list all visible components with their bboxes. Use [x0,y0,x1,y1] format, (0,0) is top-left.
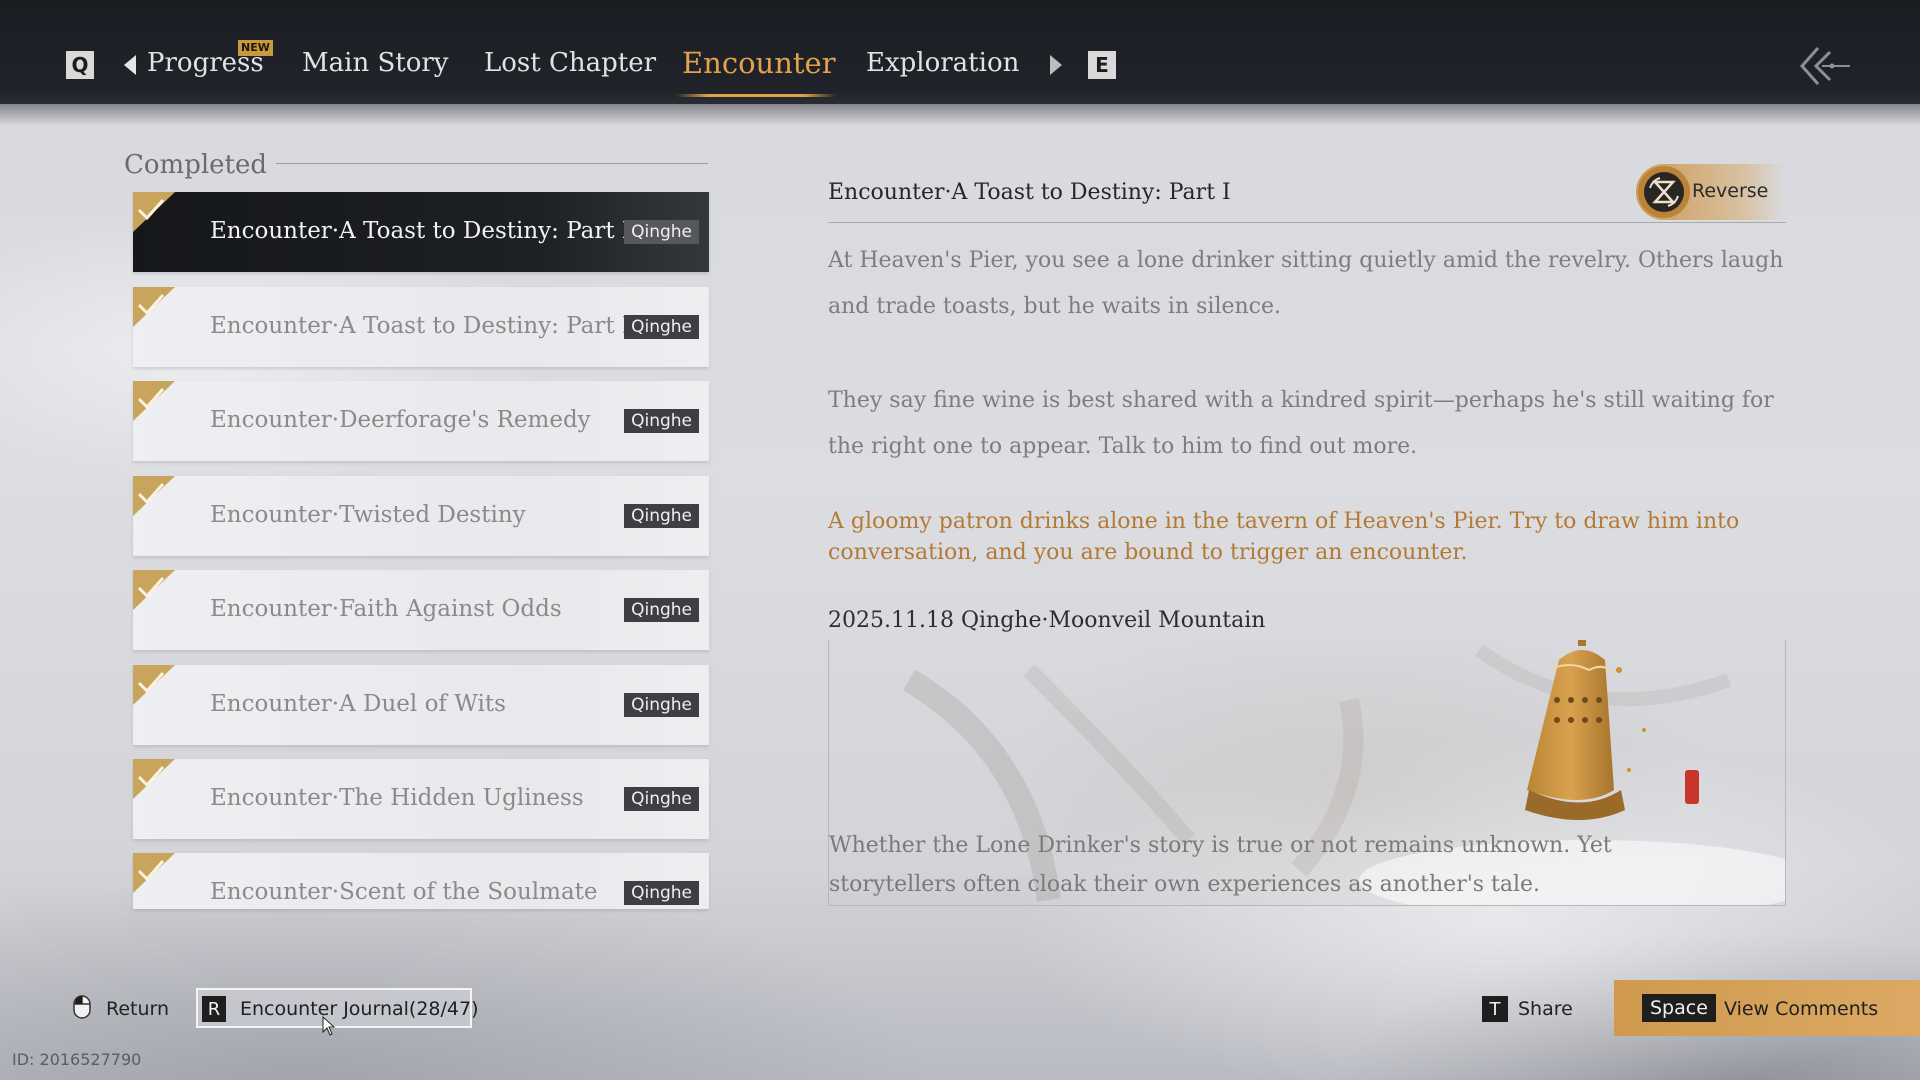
top-nav-shadow [0,100,1920,126]
encounter-title: Encounter·The Hidden Ugliness [210,785,584,811]
description-paragraph: At Heaven's Pier, you see a lone drinker… [828,248,1784,319]
story-illustration-card: Whether the Lone Drinker's story is true… [828,640,1786,906]
encounter-title: Encounter·Deerforage's Remedy [210,407,591,433]
encounter-title: Encounter·A Toast to Destiny: Part II [210,313,641,339]
prev-tab-arrow-icon[interactable] [124,55,136,75]
share-key[interactable]: T [1482,996,1508,1022]
encounter-title: Encounter·A Toast to Destiny: Part I [210,218,632,244]
prev-tab-key[interactable]: Q [66,51,94,79]
comments-label: View Comments [1724,998,1879,1020]
next-tab-arrow-icon[interactable] [1050,55,1062,75]
detail-divider [828,222,1786,223]
mouse-icon [73,995,91,1019]
journal-label: Encounter Journal(28/47) [240,998,479,1020]
tab-exploration[interactable]: Exploration [866,48,1019,78]
encounter-title: Encounter·Scent of the Soulmate [210,879,598,905]
active-tab-underline [676,94,836,97]
section-divider [276,163,708,164]
reverse-label: Reverse [1692,180,1769,202]
encounter-title: Encounter·Twisted Destiny [210,502,526,528]
encounter-list-item[interactable]: Encounter·Scent of the Soulmate Qinghe [133,853,709,909]
tab-encounter[interactable]: Encounter [682,46,836,80]
description-paragraph: They say fine wine is best shared with a… [828,388,1774,459]
check-icon [133,476,175,516]
check-icon [133,853,175,893]
new-badge: NEW [238,40,273,56]
comments-key: Space [1642,994,1716,1022]
mouse-cursor-icon [322,1016,336,1036]
encounter-list-item[interactable]: Encounter·A Toast to Destiny: Part II Qi… [133,287,709,367]
encounter-list-item[interactable]: Encounter·Twisted Destiny Qinghe [133,476,709,556]
encounter-list-item[interactable]: Encounter·A Toast to Destiny: Part I Qin… [133,192,709,272]
player-uid: ID: 2016527790 [12,1050,142,1069]
next-tab-key[interactable]: E [1088,51,1116,79]
hourglass-icon [1638,166,1690,218]
encounter-title: Encounter·Faith Against Odds [210,596,562,622]
check-icon [133,570,175,610]
check-icon [133,287,175,327]
journal-key: R [202,996,226,1022]
encounter-list-item[interactable]: Encounter·A Duel of Wits Qinghe [133,665,709,745]
check-icon [133,759,175,799]
view-comments-button[interactable]: Space View Comments [1614,980,1920,1036]
check-icon [133,665,175,705]
encounter-list-item[interactable]: Encounter·The Hidden Ugliness Qinghe [133,759,709,839]
detail-title: Encounter·A Toast to Destiny: Part I [828,180,1231,205]
check-icon [133,381,175,421]
region-tag: Qinghe [624,693,699,717]
check-icon [133,192,175,232]
region-tag: Qinghe [624,504,699,528]
tab-lost-chapter[interactable]: Lost Chapter [484,48,656,78]
share-button[interactable]: Share [1518,998,1573,1020]
return-button[interactable]: Return [106,998,169,1020]
region-tag: Qinghe [624,315,699,339]
trigger-hint: A gloomy patron drinks alone in the tave… [828,509,1740,565]
tab-main-story[interactable]: Main Story [302,48,448,78]
region-tag: Qinghe [624,598,699,622]
region-tag: Qinghe [624,409,699,433]
double-chevron-left-arrow-icon[interactable] [1796,44,1852,88]
encounter-list-item[interactable]: Encounter·Deerforage's Remedy Qinghe [133,381,709,461]
region-tag: Qinghe [624,881,699,905]
section-title-completed: Completed [124,150,268,180]
region-tag: Qinghe [624,220,699,244]
encounter-list-item[interactable]: Encounter·Faith Against Odds Qinghe [133,570,709,650]
reverse-button[interactable]: Reverse [1636,164,1786,220]
region-tag: Qinghe [624,787,699,811]
story-footnote: Whether the Lone Drinker's story is true… [829,833,1612,897]
encounter-title: Encounter·A Duel of Wits [210,691,506,717]
completion-date-location: 2025.11.18 Qinghe·Moonveil Mountain [828,608,1266,633]
